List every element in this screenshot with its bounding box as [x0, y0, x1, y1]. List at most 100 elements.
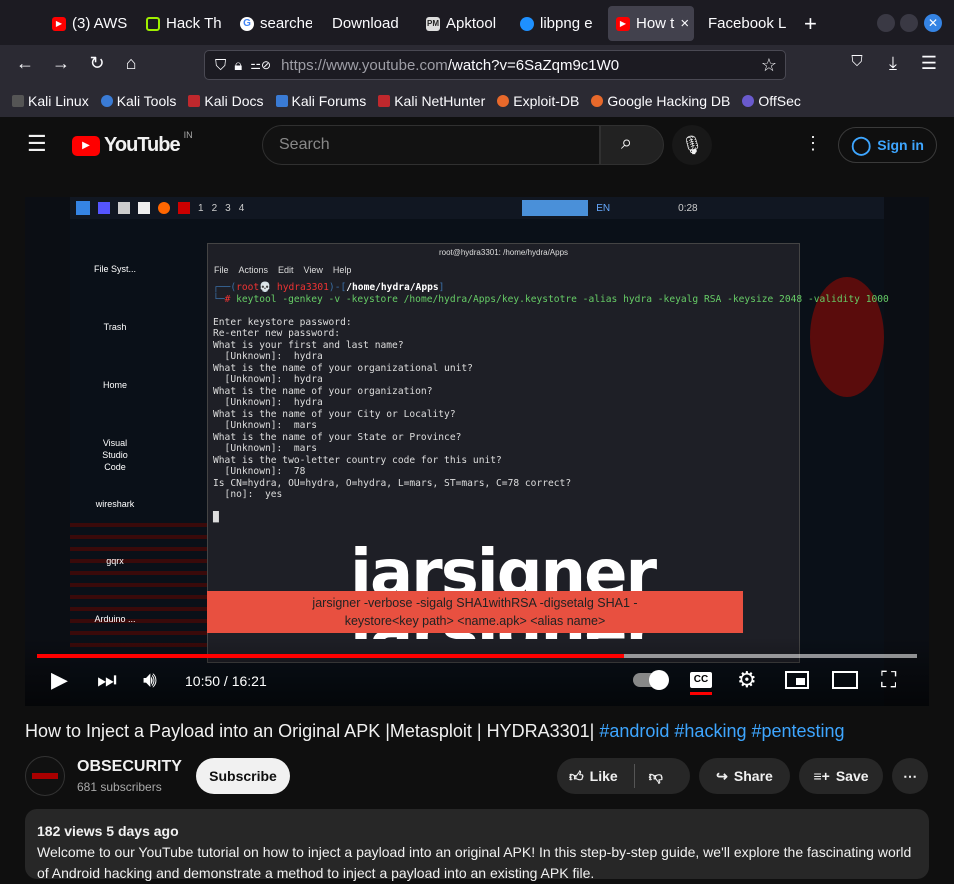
bookmark-kali-docs[interactable]: Kali Docs: [188, 93, 264, 109]
desktop-icons: File Syst... Trash Home Visual Studio Co…: [70, 197, 160, 706]
dislike-icon[interactable]: 👎︎: [649, 768, 663, 785]
desktop-icon-label: Trash: [103, 322, 127, 332]
tab-bar: ▶ (3) AWS Hack Th Gsearche Download PM Apk…: [0, 0, 954, 45]
exploit-db-icon: [497, 95, 510, 107]
bookmark-kali-forums[interactable]: Kali Forums: [275, 93, 366, 109]
youtube-logo[interactable]: ▶ YouTube IN: [72, 130, 193, 157]
play-icon[interactable]: ▶: [51, 667, 68, 693]
voice-search-button[interactable]: 🎙︎: [672, 125, 712, 165]
tab-hackthebox[interactable]: Hack Th: [138, 6, 222, 41]
menu-icon[interactable]: ☰: [918, 53, 940, 74]
terminal-output: ┌──(root💀 hydra3301)-[/home/hydra/Apps] …: [213, 282, 889, 523]
settings-icon[interactable]: ⚙: [737, 667, 757, 693]
permissions-icon: ⚍⊘: [250, 58, 272, 72]
nav-toolbar: ← → ↻ ⌂ ⛉ 🔒︎ ⚍⊘ https://www.youtube.com /…: [0, 45, 954, 85]
subtitles-icon[interactable]: CC: [690, 672, 712, 688]
progress-bar[interactable]: [37, 654, 917, 658]
ghdb-icon: [591, 95, 604, 107]
minimize-button[interactable]: [877, 14, 895, 32]
bookmark-exploit-db[interactable]: Exploit-DB: [497, 93, 579, 109]
youtube-play-icon: ▶: [72, 135, 100, 156]
hashtag-link[interactable]: #android: [599, 721, 669, 741]
kali-panel: 1234 EN 0:28: [70, 197, 884, 219]
like-dislike-group: 👍︎ Like 👎︎: [557, 758, 690, 794]
account-icon: ◯: [851, 134, 872, 155]
downloads-icon[interactable]: ⤓: [882, 53, 904, 74]
save-button[interactable]: ≡+ Save: [799, 758, 883, 794]
bookmark-offsec[interactable]: OffSec: [742, 93, 801, 109]
shield-icon: ⛉: [215, 56, 227, 74]
close-window-button[interactable]: ✕: [924, 14, 942, 32]
pocket-icon[interactable]: ⛉: [846, 53, 868, 70]
tab-aws[interactable]: ▶ (3) AWS: [44, 6, 130, 41]
youtube-icon: ▶: [52, 16, 66, 31]
hashtag-link[interactable]: #hacking: [674, 721, 746, 741]
subscriber-count: 681 subscribers: [77, 780, 162, 794]
channel-avatar[interactable]: [25, 756, 65, 796]
view-count: 182 views 5 days ago: [37, 823, 179, 839]
command-caption: jarsigner -verbose -sigalg SHA1withRSA -…: [207, 591, 743, 633]
youtube-header: ☰ ▶ YouTube IN Search ⌕ 🎙︎ ⋮ ◯ Sign in: [0, 117, 954, 173]
channel-name[interactable]: OBSECURITY: [77, 758, 182, 776]
desktop-icon-label: Arduino ...: [94, 614, 136, 624]
sign-in-button[interactable]: ◯ Sign in: [838, 127, 937, 163]
lock-icon: 🔒︎: [234, 56, 243, 74]
search-icon: ⌕: [621, 132, 633, 154]
hashtag-link[interactable]: #pentesting: [751, 721, 844, 741]
nethunter-icon: [378, 95, 391, 107]
back-icon[interactable]: ←: [14, 53, 36, 74]
tab-libpng[interactable]: libpng e: [512, 6, 598, 41]
search-input[interactable]: Search: [262, 125, 600, 165]
like-button[interactable]: Like: [590, 768, 618, 784]
video-title: How to Inject a Payload into an Original…: [25, 721, 845, 741]
pm-icon: PM: [426, 16, 440, 31]
forward-icon[interactable]: →: [50, 53, 72, 74]
kali-icon: [12, 95, 24, 107]
save-playlist-icon: ≡+: [813, 768, 830, 784]
close-tab-icon[interactable]: ×: [680, 15, 689, 32]
kali-docs-icon: [188, 95, 201, 107]
kali-tools-icon: [100, 95, 113, 107]
maximize-button[interactable]: [900, 14, 918, 32]
more-options-icon[interactable]: ⋮: [804, 133, 822, 154]
bookmark-kali-nethunter[interactable]: Kali NetHunter: [378, 93, 485, 109]
bookmark-kali-linux[interactable]: Kali Linux: [12, 93, 89, 109]
video-player[interactable]: 1234 EN 0:28 File Syst... Trash Home Vis…: [25, 197, 929, 706]
tab-apktool[interactable]: PM Apktool: [418, 6, 500, 41]
desktop-icon-label: Visual Studio Code: [102, 438, 128, 472]
offsec-icon: [742, 95, 755, 107]
description-text: Welcome to our YouTube tutorial on how t…: [37, 844, 912, 881]
home-icon[interactable]: ⌂: [120, 53, 142, 74]
desktop-icon-label: File Syst...: [93, 264, 136, 274]
bookmark-kali-tools[interactable]: Kali Tools: [100, 93, 176, 109]
bookmarks-bar: Kali Linux Kali Tools Kali Docs Kali For…: [0, 85, 954, 117]
bookmark-star-icon[interactable]: ☆: [761, 55, 777, 76]
theater-mode-icon[interactable]: [832, 671, 858, 689]
more-actions-button[interactable]: ⋯: [892, 758, 928, 794]
like-icon[interactable]: 👍︎: [569, 768, 584, 785]
desktop-icon-label: gqrx: [106, 556, 124, 566]
new-tab-button[interactable]: +: [796, 6, 825, 41]
share-icon: ↪: [716, 767, 728, 784]
libpng-icon: [520, 16, 534, 31]
miniplayer-icon[interactable]: [785, 671, 809, 689]
tab-youtube-active[interactable]: ▶ How t ×: [608, 6, 694, 41]
tab-download[interactable]: Download: [324, 6, 404, 41]
kali-forums-icon: [275, 95, 288, 107]
hamburger-menu-icon[interactable]: ☰: [27, 131, 47, 157]
search-button[interactable]: ⌕: [600, 125, 664, 165]
tab-google[interactable]: Gsearche: [232, 6, 312, 41]
url-bar[interactable]: ⛉ 🔒︎ ⚍⊘ https://www.youtube.com/watch?v=…: [204, 50, 786, 80]
time-display: 10:50 / 16:21: [185, 673, 267, 689]
youtube-icon: ▶: [616, 16, 630, 31]
subscribe-button[interactable]: Subscribe: [196, 758, 290, 794]
tab-facebook[interactable]: Facebook L: [700, 6, 790, 41]
more-horizontal-icon: ⋯: [903, 767, 917, 784]
reload-icon[interactable]: ↻: [86, 53, 108, 74]
bookmark-google-hacking-db[interactable]: Google Hacking DB: [591, 93, 730, 109]
share-button[interactable]: ↪ Share: [699, 758, 790, 794]
fullscreen-icon[interactable]: ⛶: [881, 667, 896, 693]
hackthebox-icon: [146, 16, 160, 31]
google-icon: G: [240, 16, 254, 31]
autoplay-toggle[interactable]: [633, 670, 669, 690]
